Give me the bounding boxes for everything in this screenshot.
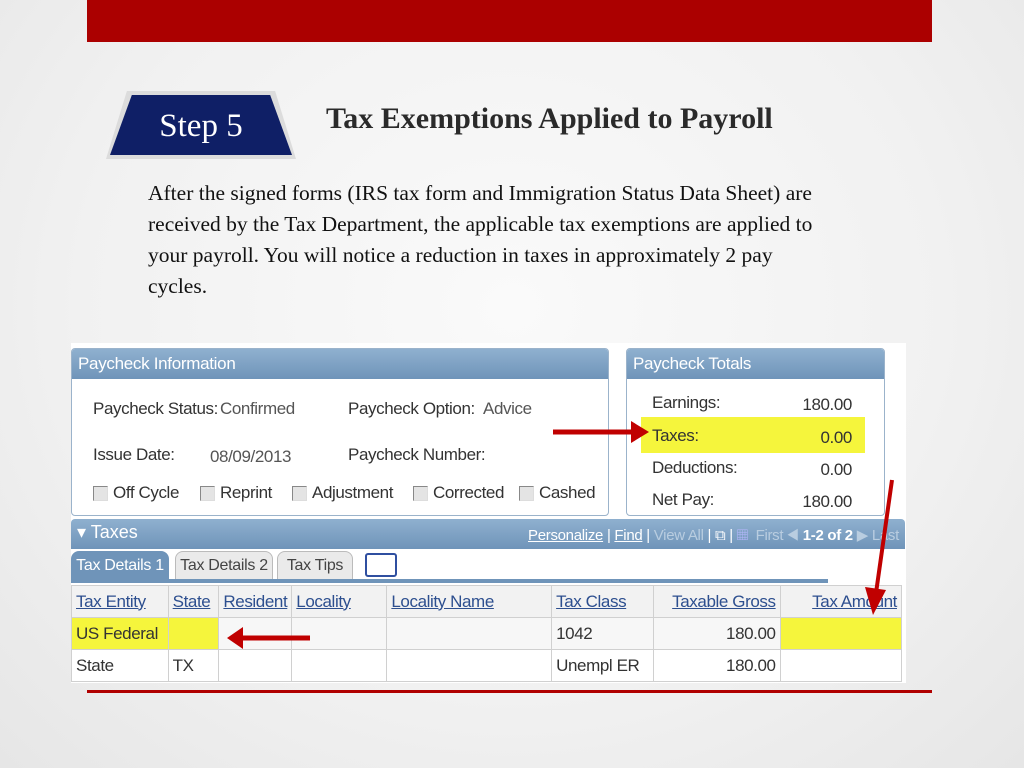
taxes-label: Taxes: bbox=[652, 426, 699, 445]
checkbox-label: Reprint bbox=[220, 483, 273, 502]
taxes-value: 0.00 bbox=[820, 428, 853, 447]
table-row: State TX Unempl ER 180.00 bbox=[71, 649, 903, 682]
paycheck-option-label: Paycheck Option: bbox=[348, 399, 475, 418]
tax-tabs: Tax Details 1 Tax Details 2 Tax Tips bbox=[71, 549, 905, 580]
net-pay-label: Net Pay: bbox=[652, 490, 714, 509]
tab-tax-details-1[interactable]: Tax Details 1 bbox=[71, 551, 169, 580]
earnings-label: Earnings: bbox=[652, 393, 721, 412]
cell-tax-amount bbox=[779, 617, 903, 650]
checkbox-box[interactable] bbox=[413, 485, 428, 501]
arrow-to-taxes-icon bbox=[553, 421, 649, 443]
deductions-value: 0.00 bbox=[820, 460, 853, 479]
grid-header-row: Tax Entity State Resident Locality Local… bbox=[71, 585, 903, 618]
checkbox-box[interactable] bbox=[200, 485, 215, 501]
first-link[interactable]: First bbox=[756, 527, 784, 544]
checkbox-reprint[interactable]: Reprint bbox=[200, 483, 272, 503]
personalize-link[interactable]: Personalize bbox=[528, 527, 603, 544]
taxes-section-header: ▾ Taxes Personalize | Find | View All | … bbox=[71, 519, 905, 549]
taxes-grid: Tax Entity State Resident Locality Local… bbox=[71, 585, 903, 682]
col-locality[interactable]: Locality bbox=[291, 585, 388, 618]
tab-tax-tips[interactable]: Tax Tips bbox=[277, 551, 353, 580]
grid-toolbar: Personalize | Find | View All | ⧉ | ▦ Fi… bbox=[528, 526, 899, 544]
paycheck-information-heading: Paycheck Information bbox=[72, 349, 608, 379]
paycheck-status-label: Paycheck Status: bbox=[93, 399, 218, 418]
col-state[interactable]: State bbox=[167, 585, 220, 618]
checkbox-label: Adjustment bbox=[312, 483, 394, 502]
prev-arrow-icon[interactable]: ◀ bbox=[787, 527, 799, 544]
paycheck-information-panel: Paycheck Information Paycheck Status: Co… bbox=[71, 348, 609, 516]
cell-tax-class: Unempl ER bbox=[551, 649, 654, 682]
cell-locality bbox=[291, 649, 388, 682]
collapse-triangle-icon[interactable]: ▾ bbox=[77, 522, 91, 542]
paycheck-totals-panel: Paycheck Totals Earnings: 180.00 Taxes: … bbox=[626, 348, 885, 516]
cell-state: TX bbox=[167, 649, 220, 682]
issue-date-label: Issue Date: bbox=[93, 445, 175, 464]
new-window-icon[interactable]: ⧉ bbox=[715, 527, 726, 544]
deductions-label: Deductions: bbox=[652, 458, 738, 477]
checkbox-box[interactable] bbox=[93, 485, 108, 501]
earnings-value: 180.00 bbox=[802, 395, 852, 414]
checkbox-cashed[interactable]: Cashed bbox=[519, 483, 596, 503]
checkbox-label: Off Cycle bbox=[113, 483, 179, 502]
taxes-heading-text: Taxes bbox=[90, 522, 138, 542]
show-all-columns-icon[interactable] bbox=[365, 553, 397, 577]
cell-tax-entity: US Federal bbox=[71, 617, 169, 650]
find-link[interactable]: Find bbox=[614, 527, 642, 544]
cell-taxable-gross: 180.00 bbox=[652, 617, 781, 650]
paycheck-status-value: Confirmed bbox=[220, 399, 295, 418]
cell-resident bbox=[218, 649, 293, 682]
view-all-link[interactable]: View All bbox=[654, 527, 704, 544]
paycheck-number-label: Paycheck Number: bbox=[348, 445, 486, 464]
slide-body-text: After the signed forms (IRS tax form and… bbox=[148, 181, 813, 298]
checkbox-off-cycle[interactable]: Off Cycle bbox=[93, 483, 179, 503]
step-label: Step 5 bbox=[159, 107, 243, 144]
col-resident[interactable]: Resident bbox=[218, 585, 293, 618]
payroll-screenshot: Paycheck Information Paycheck Status: Co… bbox=[71, 343, 906, 683]
cell-locality-name bbox=[386, 617, 553, 650]
table-row: US Federal 1042 180.00 bbox=[71, 617, 903, 650]
col-taxable-gross[interactable]: Taxable Gross bbox=[652, 585, 781, 618]
paycheck-option-value: Advice bbox=[483, 399, 532, 418]
checkbox-label: Cashed bbox=[539, 483, 596, 502]
net-pay-value: 180.00 bbox=[802, 492, 852, 511]
tab-strip bbox=[71, 579, 828, 583]
footer-accent-line bbox=[87, 690, 932, 693]
cell-state bbox=[167, 617, 220, 650]
checkbox-box[interactable] bbox=[519, 485, 534, 501]
header-accent-bar bbox=[87, 0, 932, 42]
paycheck-totals-heading: Paycheck Totals bbox=[627, 349, 884, 379]
taxes-heading[interactable]: ▾ Taxes bbox=[77, 522, 138, 543]
download-grid-icon[interactable]: ▦ bbox=[737, 527, 748, 544]
row-range: 1-2 of 2 bbox=[802, 527, 853, 544]
cell-locality-name bbox=[386, 649, 553, 682]
col-locality-name[interactable]: Locality Name bbox=[386, 585, 553, 618]
checkbox-adjustment[interactable]: Adjustment bbox=[292, 483, 393, 503]
cell-tax-entity: State bbox=[71, 649, 169, 682]
arrow-to-us-federal-icon bbox=[227, 627, 310, 649]
checkbox-box[interactable] bbox=[292, 485, 307, 501]
checkbox-corrected[interactable]: Corrected bbox=[413, 483, 504, 503]
cell-tax-amount bbox=[779, 649, 903, 682]
slide-title: Tax Exemptions Applied to Payroll bbox=[326, 102, 773, 135]
arrow-to-tax-amount-icon bbox=[865, 479, 894, 615]
tab-tax-details-2[interactable]: Tax Details 2 bbox=[175, 551, 273, 580]
issue-date-value: 08/09/2013 bbox=[210, 447, 292, 466]
col-tax-entity[interactable]: Tax Entity bbox=[71, 585, 169, 618]
checkbox-label: Corrected bbox=[433, 483, 505, 502]
cell-taxable-gross: 180.00 bbox=[652, 649, 781, 682]
cell-tax-class: 1042 bbox=[551, 617, 654, 650]
col-tax-class[interactable]: Tax Class bbox=[551, 585, 654, 618]
